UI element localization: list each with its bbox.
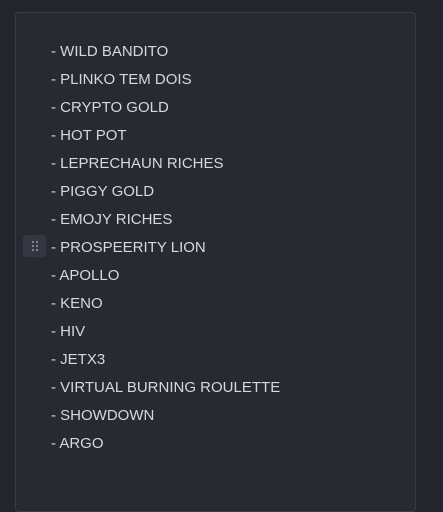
list-item[interactable]: - KENO [51,290,280,318]
list-item[interactable]: - HIV [51,318,280,346]
list-item[interactable]: - PLINKO TEM DOIS [51,66,280,94]
game-list: - WILD BANDITO - PLINKO TEM DOIS - CRYPT… [51,38,280,458]
content-panel: - WILD BANDITO - PLINKO TEM DOIS - CRYPT… [15,12,416,512]
drag-dots-icon [31,240,38,252]
list-item[interactable]: - APOLLO [51,262,280,290]
list-item[interactable]: - VIRTUAL BURNING ROULETTE [51,374,280,402]
list-item[interactable]: - CRYPTO GOLD [51,94,280,122]
list-item[interactable]: - EMOJY RICHES [51,206,280,234]
drag-handle-icon[interactable] [23,235,46,257]
list-item[interactable]: - SHOWDOWN [51,402,280,430]
list-item[interactable]: - PROSPEERITY LION [51,234,280,262]
list-item[interactable]: - LEPRECHAUN RICHES [51,150,280,178]
list-item[interactable]: - JETX3 [51,346,280,374]
list-item[interactable]: - PIGGY GOLD [51,178,280,206]
list-item[interactable]: - ARGO [51,430,280,458]
list-item[interactable]: - HOT POT [51,122,280,150]
list-item[interactable]: - WILD BANDITO [51,38,280,66]
